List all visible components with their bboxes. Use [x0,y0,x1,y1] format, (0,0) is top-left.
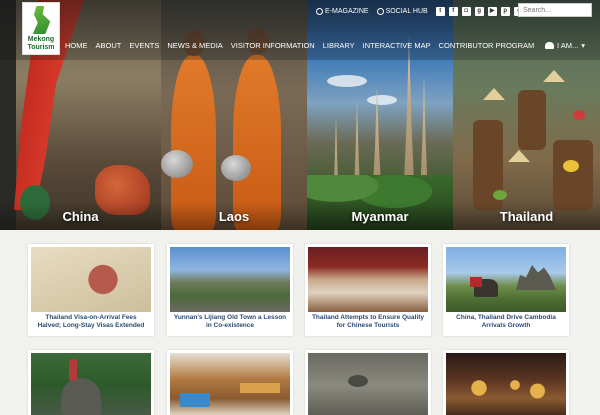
nav-item-home[interactable]: HOME [65,41,88,50]
article-image [170,247,290,312]
article-card[interactable] [28,350,154,415]
nav-item-about[interactable]: ABOUT [96,41,122,50]
logo-mark-icon [32,6,51,34]
globe-icon [376,7,384,15]
hero-banner: China Laos Myanmar Thailand Mekong Touri… [0,0,600,230]
article-title[interactable]: Thailand Visa-on-Arrival Fees Halved; Lo… [28,312,154,334]
globe-icon [316,7,323,15]
emagazine-label: E-MAGAZINE [325,7,369,15]
decor [518,90,546,150]
social-hub-link[interactable]: SOCIAL HUB [376,7,428,15]
decor [493,190,507,200]
decor [69,359,77,381]
youtube-icon[interactable]: ▶ [487,6,497,16]
article-card[interactable] [443,350,569,415]
decor [483,88,505,100]
article-card[interactable]: Thailand Visa-on-Arrival Fees Halved; Lo… [28,244,154,336]
article-image [308,247,428,312]
decor [470,277,482,287]
hero-panel-label: China [62,209,99,224]
facebook-icon[interactable]: f [448,6,458,16]
instagram-icon[interactable]: ◘ [461,6,471,16]
decor [543,70,565,82]
article-title[interactable]: China, Thailand Drive Cambodia Arrivals … [443,312,569,334]
site-logo[interactable]: Mekong Tourism [22,2,60,55]
decor [573,110,585,120]
main-nav: HOME ABOUT EVENTS NEWS & MEDIA VISITOR I… [65,41,534,50]
decor [327,75,367,87]
emagazine-link[interactable]: E-MAGAZINE [316,7,369,15]
i-am-label: I AM... [557,41,579,50]
article-image [170,353,290,415]
twitter-icon[interactable]: t [435,6,445,16]
article-card[interactable] [305,350,431,415]
decor [516,265,556,290]
decor [240,383,280,393]
article-image [31,353,151,415]
decor [161,150,193,178]
chevron-down-icon: ▾ [581,41,586,50]
article-image [31,247,151,312]
users-icon [545,42,554,49]
nav-item-interactive-map[interactable]: INTERACTIVE MAP [363,41,431,50]
nav-item-news-media[interactable]: NEWS & MEDIA [167,41,222,50]
i-am-dropdown[interactable]: I AM... ▾ [545,41,585,50]
google-plus-icon[interactable]: g [474,6,484,16]
hero-panel-label: Thailand [499,209,554,224]
nav-item-contributor-program[interactable]: CONTRIBUTOR PROGRAM [439,41,535,50]
article-card[interactable] [167,350,293,415]
article-image [308,353,428,415]
decor [563,160,579,172]
hero-panel-label: Myanmar [351,209,409,224]
social-hub-label: SOCIAL HUB [385,7,428,15]
decor [553,140,593,210]
hero-panel-label: Laos [218,209,250,224]
decor [180,393,210,407]
decor [348,375,368,387]
nav-item-library[interactable]: LIBRARY [323,41,355,50]
article-image [446,247,566,312]
article-card[interactable]: Thailand Attempts to Ensure Quality for … [305,244,431,336]
logo-text: Tourism [27,44,55,51]
decor [508,150,530,162]
search-input[interactable] [518,3,592,17]
article-image [446,353,566,415]
nav-item-events[interactable]: EVENTS [129,41,159,50]
logo-text: Mekong [27,36,55,43]
decor [461,373,551,403]
decor [61,378,101,415]
decor [367,95,397,105]
decor [221,155,251,181]
article-title[interactable]: Thailand Attempts to Ensure Quality for … [305,312,431,334]
article-title[interactable]: Yunnan's Lijiang Old Town a Lesson in Co… [167,312,293,334]
article-card[interactable]: Yunnan's Lijiang Old Town a Lesson in Co… [167,244,293,336]
pinterest-icon[interactable]: p [500,6,510,16]
article-card[interactable]: China, Thailand Drive Cambodia Arrivals … [443,244,569,336]
nav-item-visitor-information[interactable]: VISITOR INFORMATION [231,41,315,50]
